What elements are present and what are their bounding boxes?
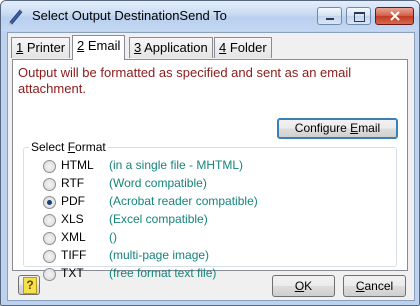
format-description: (in a single file - MHTML) — [109, 158, 244, 172]
select-format-group: Select Format HTML (in a single file - M… — [23, 140, 397, 281]
radio-tiff[interactable] — [43, 250, 56, 263]
format-option-html[interactable]: HTML (in a single file - MHTML) — [43, 158, 393, 174]
format-description: (Word compatible) — [109, 176, 207, 190]
tab-application[interactable]: 3 Application — [129, 37, 213, 58]
ok-button[interactable]: OK — [272, 275, 335, 297]
format-description: (multi-page image) — [109, 248, 210, 262]
format-option-pdf[interactable]: PDF (Acrobat reader compatible) — [43, 194, 393, 210]
maximize-icon — [354, 12, 365, 22]
ok-label-post: K — [304, 279, 313, 293]
configure-email-label-post: mail — [358, 121, 381, 135]
tab-email[interactable]: 2 Email — [72, 35, 126, 60]
minimize-icon — [326, 18, 334, 20]
pen-icon — [9, 9, 23, 25]
format-option-txt[interactable]: TXT (free format text file) — [43, 266, 393, 281]
radio-rtf[interactable] — [43, 178, 56, 191]
format-name: XLS — [61, 212, 84, 226]
format-name: RTF — [61, 176, 85, 190]
format-option-rtf[interactable]: RTF (Word compatible) — [43, 176, 393, 192]
radio-pdf[interactable] — [43, 196, 56, 209]
radio-html[interactable] — [43, 160, 56, 173]
minimize-button[interactable] — [317, 7, 342, 25]
tab-printer-label: Printer — [23, 40, 66, 55]
tab-email-label: Email — [84, 38, 121, 53]
help-button[interactable]: ? — [18, 275, 40, 295]
configure-email-label-key: E — [350, 121, 359, 135]
close-button[interactable] — [375, 7, 414, 25]
help-icon: ? — [23, 277, 37, 294]
legend-post: ormat — [75, 140, 106, 154]
radio-xls[interactable] — [43, 214, 56, 227]
tab-folder[interactable]: 4 Folder — [214, 37, 272, 58]
format-name: HTML — [61, 158, 94, 172]
format-description: (Acrobat reader compatible) — [109, 194, 258, 208]
configure-email-button[interactable]: Configure Email — [277, 118, 398, 139]
cancel-button[interactable]: Cancel — [343, 275, 406, 297]
radio-txt[interactable] — [43, 268, 56, 281]
window-title: Select Output DestinationSend To — [32, 8, 227, 23]
configure-email-label-pre: Configure — [294, 121, 351, 135]
format-option-tiff[interactable]: TIFF (multi-page image) — [43, 248, 393, 264]
format-name: TXT — [61, 266, 84, 280]
format-description: () — [109, 230, 117, 244]
legend-pre: Select — [31, 140, 68, 154]
dialog-client-area: 1 Printer 2 Email 3 Application 4 Folder… — [7, 32, 415, 301]
format-description: (Excel compatible) — [109, 212, 208, 226]
ok-label-key: O — [294, 279, 305, 293]
legend-key: F — [67, 140, 76, 154]
format-option-xls[interactable]: XLS (Excel compatible) — [43, 212, 393, 228]
format-name: PDF — [61, 194, 85, 208]
radio-xml[interactable] — [43, 232, 56, 245]
title-bar[interactable]: Select Output DestinationSend To — [1, 1, 419, 31]
tab-application-label: Application — [141, 40, 208, 55]
close-icon — [390, 11, 400, 21]
dialog-window: Select Output DestinationSend To 1 Print… — [0, 0, 420, 306]
cancel-label-post: ancel — [364, 279, 394, 293]
format-description: (free format text file) — [109, 266, 217, 280]
format-name: XML — [61, 230, 86, 244]
email-info-text: Output will be formatted as specified an… — [18, 65, 352, 96]
tab-printer[interactable]: 1 Printer — [11, 37, 71, 58]
maximize-button[interactable] — [346, 7, 371, 25]
format-name: TIFF — [61, 248, 87, 262]
email-tab-panel: Output will be formatted as specified an… — [12, 59, 408, 281]
select-format-legend: Select Format — [29, 140, 108, 154]
format-option-xml[interactable]: XML () — [43, 230, 393, 246]
tab-folder-label: Folder — [226, 40, 267, 55]
